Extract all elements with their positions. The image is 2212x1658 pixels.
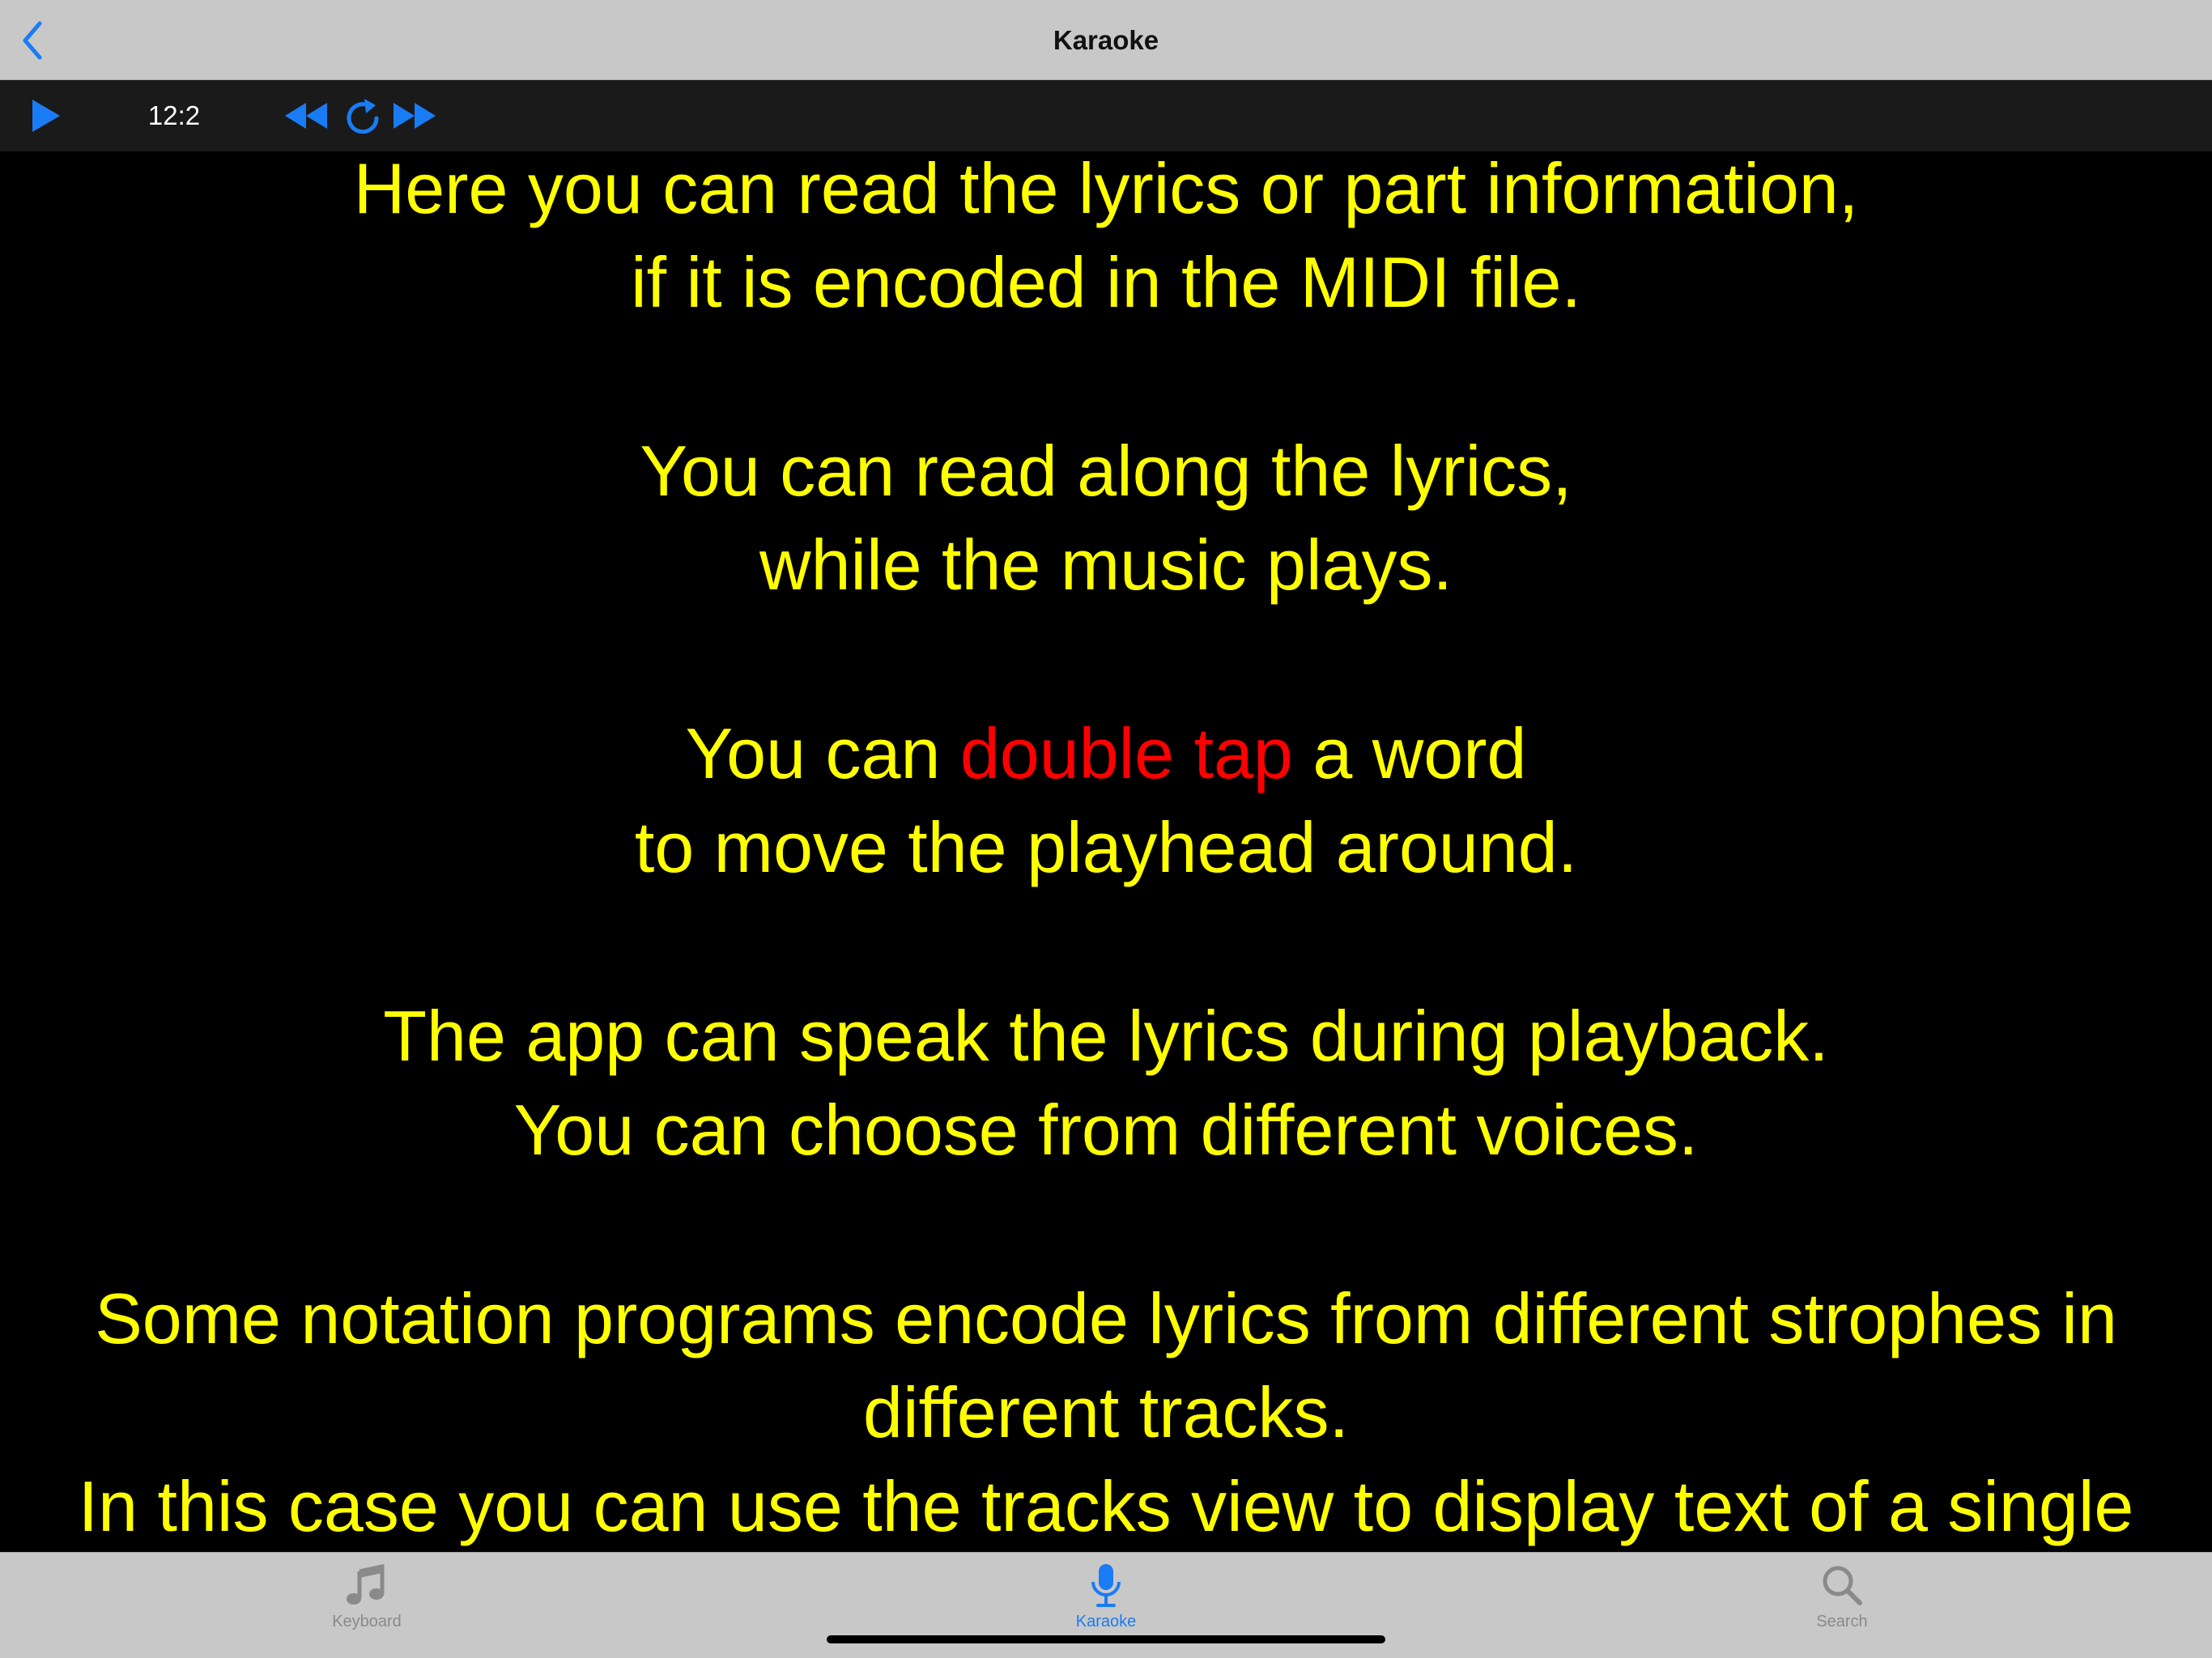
tab-keyboard[interactable]: Keyboard xyxy=(270,1553,464,1634)
tab-label: Karaoke xyxy=(1075,1613,1137,1630)
page-title: Karaoke xyxy=(1053,25,1159,55)
rewind-icon xyxy=(285,103,327,129)
lyrics-line[interactable]: You can double tap a word xyxy=(24,707,2188,801)
lyrics-text: a word xyxy=(1292,713,1527,793)
lyrics-line[interactable]: The app can speak the lyrics during play… xyxy=(24,989,2188,1083)
lyrics-paragraph: Some notation programs encode lyrics fro… xyxy=(16,1272,2196,1552)
play-button[interactable] xyxy=(24,91,66,141)
lyrics-line[interactable]: Some notation programs encode lyrics fro… xyxy=(16,1272,2196,1460)
lyrics-line[interactable]: to move the playhead around. xyxy=(24,801,2188,895)
play-icon xyxy=(32,100,60,132)
lyrics-line[interactable]: You can read along the lyrics, xyxy=(24,424,2188,518)
tab-karaoke[interactable]: Karaoke xyxy=(1009,1553,1203,1634)
fast-forward-icon xyxy=(393,103,436,129)
music-note-icon xyxy=(347,1563,385,1605)
lyrics-text: You can xyxy=(685,713,960,793)
lyrics-paragraph: You can read along the lyrics, while the… xyxy=(24,424,2188,612)
lyrics-line[interactable]: In this case you can use the tracks view… xyxy=(16,1460,2196,1552)
playback-toolbar xyxy=(0,80,2212,151)
tab-label: Search xyxy=(1816,1613,1868,1630)
rewind-button[interactable] xyxy=(282,91,330,141)
lyrics-line[interactable]: while the music plays. xyxy=(24,518,2188,612)
lyrics-paragraph: Here you can read the lyrics or part inf… xyxy=(24,151,2188,329)
lyrics-view[interactable]: Here you can read the lyrics or part inf… xyxy=(0,151,2212,1552)
lyrics-paragraph: You can double tap a word to move the pl… xyxy=(24,707,2188,895)
lyrics-paragraph: The app can speak the lyrics during play… xyxy=(24,989,2188,1177)
lyrics-line[interactable]: Here you can read the lyrics or part inf… xyxy=(24,151,2188,236)
repeat-button[interactable] xyxy=(340,87,387,144)
tab-label: Keyboard xyxy=(332,1613,402,1630)
tab-search[interactable]: Search xyxy=(1745,1553,1939,1634)
repeat-icon xyxy=(347,99,379,134)
lyrics-line[interactable]: You can choose from different voices. xyxy=(24,1083,2188,1177)
lyrics-line[interactable]: if it is encoded in the MIDI file. xyxy=(24,236,2188,329)
home-indicator[interactable] xyxy=(827,1635,1385,1643)
fast-forward-button[interactable] xyxy=(390,91,439,141)
navigation-bar: Karaoke xyxy=(0,0,2212,80)
search-icon xyxy=(1823,1566,1862,1605)
microphone-icon xyxy=(1091,1564,1121,1607)
time-position: 12:2 xyxy=(147,100,201,130)
highlighted-word[interactable]: double tap xyxy=(960,713,1293,793)
